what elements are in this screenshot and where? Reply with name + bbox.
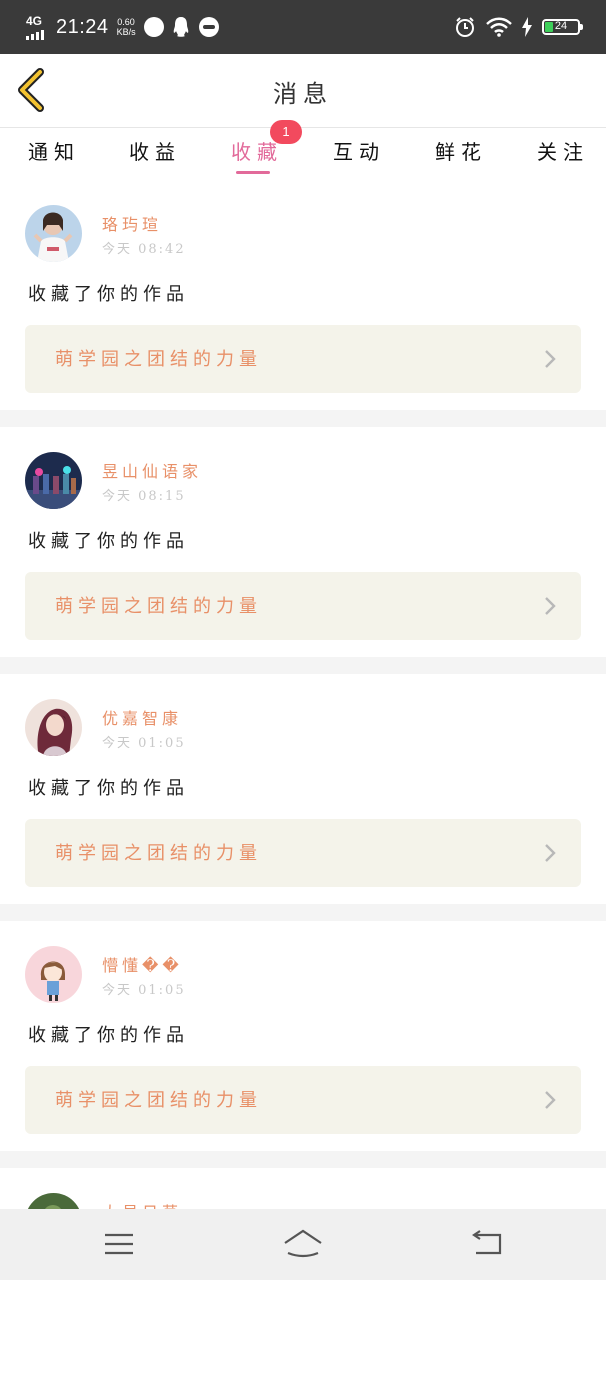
tab-favorites-label: 收藏 xyxy=(231,140,283,164)
work-title: 萌学园之团结的力量 xyxy=(55,843,262,864)
battery-icon: 24 xyxy=(542,19,583,35)
message-item: 懵懂�� 今天 01:05 收藏了你的作品 萌学园之团结的力量 xyxy=(0,921,606,1151)
work-link[interactable]: 萌学园之团结的力量 xyxy=(25,1066,581,1134)
avatar[interactable] xyxy=(25,452,82,509)
chevron-right-icon xyxy=(545,844,556,862)
app-notification-icon xyxy=(143,17,164,37)
home-button[interactable] xyxy=(283,1227,323,1261)
message-item: 昱山仙语家 今天 08:15 收藏了你的作品 萌学园之团结的力量 xyxy=(0,427,606,657)
timestamp: 今天 08:42 xyxy=(102,242,186,257)
signal-icon: 4G xyxy=(26,14,48,40)
qq-icon xyxy=(173,17,188,37)
charging-icon xyxy=(522,17,532,37)
network-speed: 0.60 KB/s xyxy=(117,17,136,37)
avatar[interactable] xyxy=(25,699,82,756)
speed-unit: KB/s xyxy=(116,27,136,37)
tab-flowers[interactable]: 鲜花 xyxy=(435,136,487,165)
work-title: 萌学园之团结的力量 xyxy=(55,349,262,370)
divider xyxy=(0,904,606,921)
timestamp: 今天 01:05 xyxy=(102,736,186,751)
battery-level: 24 xyxy=(554,20,568,32)
divider xyxy=(0,657,606,674)
unread-badge: 1 xyxy=(270,120,302,144)
tab-notifications[interactable]: 通知 xyxy=(28,136,80,165)
work-title: 萌学园之团结的力量 xyxy=(55,1090,262,1111)
clock: 21:24 xyxy=(56,15,109,38)
chevron-right-icon xyxy=(545,350,556,368)
alarm-icon xyxy=(456,17,474,37)
tab-bar: 通知 收益 收藏 1 互动 鲜花 关注 xyxy=(0,120,606,180)
status-bar: 4G 21:24 0.60 KB/s 24 xyxy=(0,0,606,54)
work-link[interactable]: 萌学园之团结的力量 xyxy=(25,325,581,393)
tab-interactions[interactable]: 互动 xyxy=(333,136,385,165)
system-nav-bar xyxy=(0,1209,606,1280)
divider xyxy=(0,410,606,427)
action-text: 收藏了你的作品 xyxy=(28,531,189,552)
header: 消息 xyxy=(0,54,606,128)
page-title: 消息 xyxy=(273,80,333,108)
avatar[interactable] xyxy=(25,205,82,262)
menu-icon xyxy=(105,1233,133,1255)
message-item: 大易日草 xyxy=(0,1168,606,1398)
tab-following[interactable]: 关注 xyxy=(537,136,589,165)
timestamp: 今天 01:05 xyxy=(102,983,186,998)
back-nav-button[interactable] xyxy=(468,1227,508,1261)
action-text: 收藏了你的作品 xyxy=(28,284,189,305)
message-item: 珞玙瑄 今天 08:42 收藏了你的作品 萌学园之团结的力量 xyxy=(0,180,606,410)
divider xyxy=(0,1151,606,1168)
user-name[interactable]: 珞玙瑄 xyxy=(102,211,162,235)
menu-button[interactable] xyxy=(99,1227,139,1261)
avatar[interactable] xyxy=(25,946,82,1003)
user-name[interactable]: 昱山仙语家 xyxy=(102,458,202,482)
user-name[interactable]: 优嘉智康 xyxy=(102,705,182,729)
action-text: 收藏了你的作品 xyxy=(28,1025,189,1046)
chevron-right-icon xyxy=(545,597,556,615)
work-link[interactable]: 萌学园之团结的力量 xyxy=(25,819,581,887)
action-text: 收藏了你的作品 xyxy=(28,778,189,799)
network-type: 4G xyxy=(26,14,43,28)
speed-value: 0.60 xyxy=(117,17,135,27)
timestamp: 今天 08:15 xyxy=(102,489,186,504)
wifi-icon xyxy=(486,17,512,37)
app-notification-icon-2 xyxy=(198,17,219,37)
message-item: 优嘉智康 今天 01:05 收藏了你的作品 萌学园之团结的力量 xyxy=(0,674,606,904)
work-title: 萌学园之团结的力量 xyxy=(55,596,262,617)
active-tab-indicator xyxy=(236,171,270,174)
back-arrow-icon xyxy=(472,1230,502,1255)
work-link[interactable]: 萌学园之团结的力量 xyxy=(25,572,581,640)
user-name[interactable]: 懵懂�� xyxy=(102,952,183,976)
home-icon xyxy=(284,1229,322,1258)
tab-earnings[interactable]: 收益 xyxy=(129,136,181,165)
chevron-right-icon xyxy=(545,1091,556,1109)
